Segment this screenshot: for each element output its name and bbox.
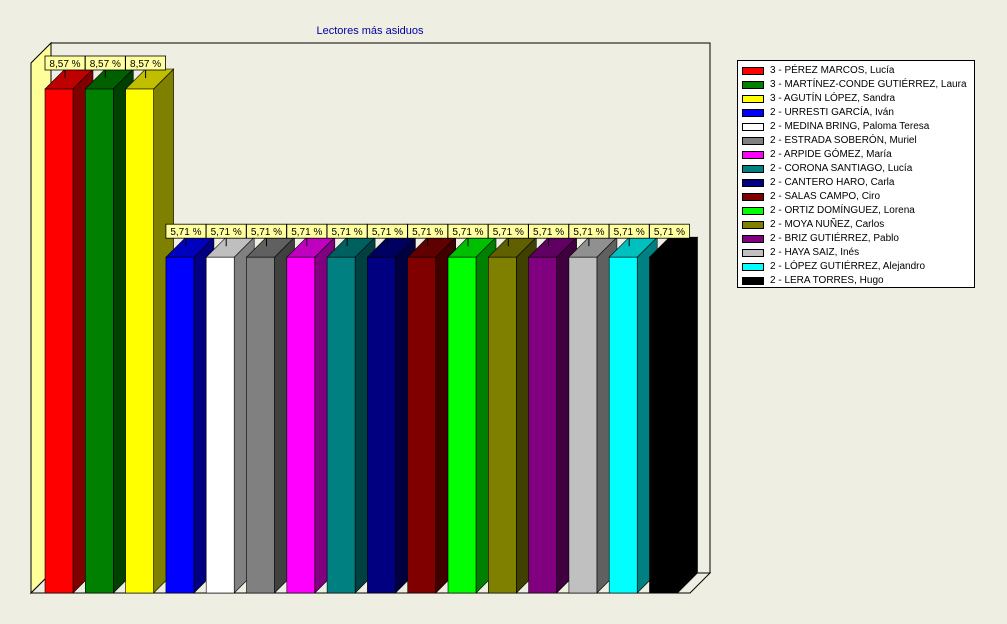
legend-swatch [742,123,764,131]
svg-text:5,71 %: 5,71 % [372,227,403,238]
svg-text:5,71 %: 5,71 % [170,227,201,238]
svg-text:5,71 %: 5,71 % [251,227,282,238]
legend-swatch [742,179,764,187]
legend-label: 2 - ESTRADA SOBERÓN, Muriel [770,135,917,146]
legend-label: 2 - ARPIDE GÓMEZ, María [770,149,892,160]
legend-swatch [742,81,764,89]
svg-text:8,57 %: 8,57 % [49,59,80,70]
svg-text:5,71 %: 5,71 % [291,227,322,238]
legend-swatch [742,249,764,257]
svg-text:5,71 %: 5,71 % [493,227,524,238]
legend-label: 2 - ORTIZ DOMÍNGUEZ, Lorena [770,205,915,216]
legend-swatch [742,165,764,173]
legend-swatch [742,277,764,285]
chart-title: Lectores más asiduos [316,25,424,37]
legend-label: 2 - CANTERO HARO, Carla [770,177,895,188]
svg-text:5,71 %: 5,71 % [614,227,645,238]
svg-text:5,71 %: 5,71 % [332,227,363,238]
legend-label: 2 - MOYA NUÑEZ, Carlos [770,219,885,230]
legend-swatch [742,263,764,271]
legend-label: 2 - BRIZ GUTIÉRREZ, Pablo [770,233,899,244]
legend-label: 2 - HAYA SAIZ, Inés [770,247,860,258]
legend-label: 3 - MARTÍNEZ-CONDE GUTIÉRREZ, Laura [770,79,967,90]
legend-swatch [742,109,764,117]
legend-label: 2 - LÓPEZ GUTIÉRREZ, Alejandro [770,261,926,272]
chart-area: 8,57 % 8,57 % 8,57 % 5,71 % 5,71 % 5,71 % 5,71… [0,0,1007,624]
legend-label: 2 - URRESTI GARCÍA, Iván [770,107,894,118]
svg-text:5,71 %: 5,71 % [573,227,604,238]
chart-legend: 3 - PÉREZ MARCOS, Lucía 3 - MARTÍNEZ-COND… [737,60,975,288]
legend-label: 2 - CORONA SANTIAGO, Lucía [770,163,913,174]
svg-text:8,57 %: 8,57 % [130,59,161,70]
legend-swatch [742,235,764,243]
svg-text:5,71 %: 5,71 % [533,227,564,238]
legend-label: 3 - PÉREZ MARCOS, Lucía [770,65,895,76]
svg-text:5,71 %: 5,71 % [412,227,443,238]
svg-text:8,57 %: 8,57 % [90,59,121,70]
legend-swatch [742,137,764,145]
legend-swatch [742,193,764,201]
svg-text:5,71 %: 5,71 % [654,227,685,238]
legend-swatch [742,67,764,75]
svg-text:5,71 %: 5,71 % [452,227,483,238]
bar-16 [648,236,699,594]
legend-swatch [742,207,764,215]
legend-label: 2 - SALAS CAMPO, Ciro [770,191,881,202]
legend-label: 2 - LERA TORRES, Hugo [770,275,884,286]
svg-text:5,71 %: 5,71 % [211,227,242,238]
legend-label: 2 - MEDINA BRING, Paloma Teresa [770,121,930,132]
legend-label: 3 - AGUTÍN LÓPEZ, Sandra [770,93,896,104]
legend-swatch [742,151,764,159]
legend-swatch [742,221,764,229]
legend-swatch [742,95,764,103]
